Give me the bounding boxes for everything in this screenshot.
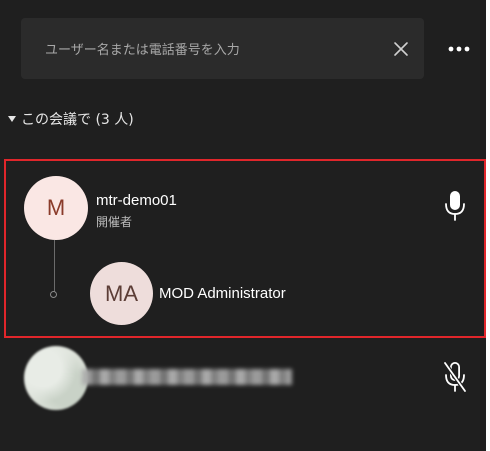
participant-name: mtr-demo01 <box>96 192 177 209</box>
in-meeting-section-toggle[interactable]: この会議で (3 人) <box>8 108 134 130</box>
avatar: MA <box>90 262 153 325</box>
search-input[interactable] <box>43 37 367 63</box>
delegate-connector-line <box>54 240 55 292</box>
participant-role: 開催者 <box>96 215 133 229</box>
redacted-name <box>82 369 292 385</box>
redacted-avatar <box>24 346 88 410</box>
participants-panel: この会議で (3 人) M mtr-demo01 開催者 MA MOD Admi… <box>0 0 488 451</box>
microphone-icon[interactable] <box>443 190 467 222</box>
participant-name: MOD Administrator <box>159 285 286 302</box>
search-box <box>21 18 424 79</box>
section-label: この会議で (3 人) <box>21 112 134 128</box>
caret-down-icon <box>8 116 16 122</box>
delegate-connector-dot <box>50 291 57 298</box>
avatar: M <box>24 176 88 240</box>
more-options-icon[interactable] <box>446 39 472 59</box>
clear-search-icon[interactable] <box>392 40 410 58</box>
microphone-muted-icon[interactable] <box>443 361 467 393</box>
